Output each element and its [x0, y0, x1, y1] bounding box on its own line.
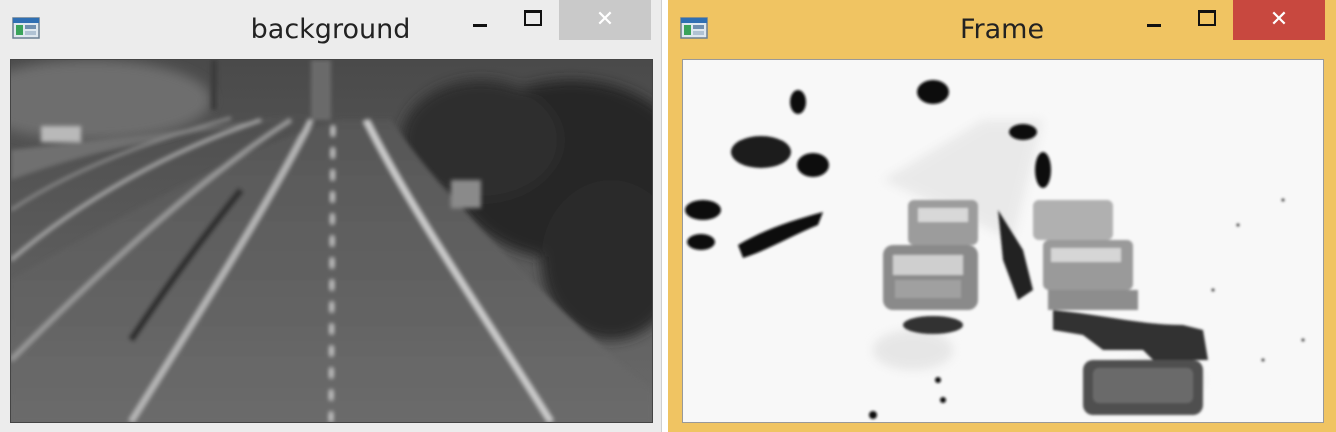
minimize-button[interactable] [1128, 0, 1178, 40]
background-image [10, 59, 653, 423]
frame-window: Frame ✕ [668, 0, 1336, 432]
road-background-image [11, 60, 652, 422]
background-titlebar[interactable]: background ✕ [0, 0, 661, 58]
frame-titlebar[interactable]: Frame ✕ [668, 0, 1336, 58]
maximize-button[interactable] [506, 0, 556, 40]
maximize-button[interactable] [1180, 0, 1230, 40]
frame-image [682, 59, 1324, 423]
minimize-button[interactable] [454, 0, 504, 40]
background-window: background ✕ [0, 0, 662, 432]
close-button[interactable]: ✕ [1233, 0, 1325, 40]
close-button[interactable]: ✕ [559, 0, 651, 40]
close-icon: ✕ [1269, 6, 1289, 31]
close-icon: ✕ [595, 6, 615, 31]
foreground-mask-image [683, 60, 1323, 422]
